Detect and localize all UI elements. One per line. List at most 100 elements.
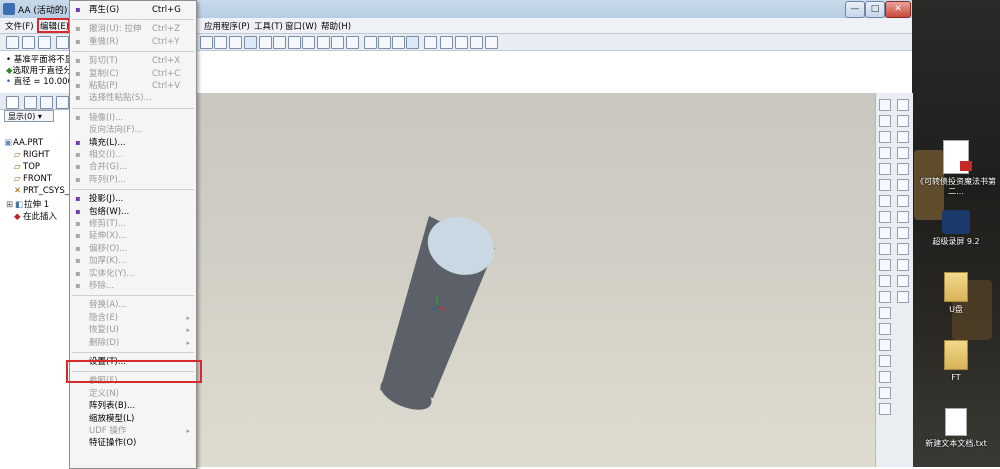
tree-item-csys[interactable]: ✕ PRT_CSYS_ (14, 186, 69, 196)
toolbar-icon[interactable] (897, 275, 909, 287)
edit-menu-item[interactable]: 特征操作(O) (70, 437, 196, 449)
favorites-tab-icon[interactable] (40, 96, 53, 109)
edit-menu-item[interactable]: ▪ 包络(W)... (70, 206, 196, 218)
orient-icon[interactable] (244, 36, 257, 49)
edit-menu-item[interactable]: 反向法向(F)... (70, 124, 196, 136)
desktop-icon-pdf[interactable]: 《可转债投资魔法书第二... (916, 140, 996, 197)
zoom-in-icon[interactable] (273, 36, 286, 49)
edit-menu-item[interactable]: ▪ 重做(R) Ctrl+Y (70, 36, 196, 48)
reorient-icon[interactable] (317, 36, 330, 49)
graphics-viewport[interactable] (195, 93, 875, 467)
sweep-tool-icon[interactable] (879, 259, 891, 271)
toolbar-icon[interactable] (897, 259, 909, 271)
edit-menu-item[interactable]: ▪ 剪切(T) Ctrl+X (70, 55, 196, 67)
edit-menu-item[interactable]: ▪ 偏移(O)... (70, 243, 196, 255)
edit-menu-item[interactable]: ▪ 延伸(X)... (70, 230, 196, 242)
tree-item-right[interactable]: ▱ RIGHT (14, 150, 50, 160)
zoom-fit-icon[interactable] (302, 36, 315, 49)
edit-menu-item[interactable]: ▪ 实体化(Y)... (70, 268, 196, 280)
toolbar-icon[interactable] (897, 291, 909, 303)
toolbar-icon[interactable] (897, 131, 909, 143)
toolbar-icon[interactable] (897, 115, 909, 127)
view-icon[interactable] (229, 36, 242, 49)
revolve-tool-icon[interactable] (879, 243, 891, 255)
tree-item-extrude[interactable]: ⊞ ◧拉伸 1 (6, 198, 49, 210)
csys-icon[interactable] (485, 36, 498, 49)
edit-menu-item[interactable]: ▪ 合并(G)... (70, 161, 196, 173)
appearance-icon[interactable] (424, 36, 437, 49)
folder-browser-tab-icon[interactable] (24, 96, 37, 109)
toolbar-icon[interactable] (897, 227, 909, 239)
menu-tools[interactable]: 工具(T) (254, 20, 283, 32)
edit-menu-item[interactable]: 定义(N) (70, 388, 196, 400)
wireframe-icon[interactable] (364, 36, 377, 49)
round-tool-icon[interactable] (879, 339, 891, 351)
model-tree-tab-icon[interactable] (6, 96, 19, 109)
shading-icon[interactable] (406, 36, 419, 49)
edit-menu-item[interactable]: ▪ 移除... (70, 280, 196, 292)
rib-tool-icon[interactable] (879, 307, 891, 319)
trim-tool-icon[interactable] (879, 403, 891, 415)
edit-menu-item[interactable]: ▪ 相交(I)... (70, 149, 196, 161)
cylinder-model[interactable] (376, 207, 503, 416)
sketch-edit-icon[interactable] (879, 211, 891, 223)
analysis-tool-icon[interactable] (879, 195, 891, 207)
toolbar-icon[interactable] (897, 99, 909, 111)
merge-tool-icon[interactable] (879, 387, 891, 399)
datum-point-icon[interactable] (470, 36, 483, 49)
tree-item-part[interactable]: ▣AA.PRT (4, 138, 43, 148)
sketch-tool-icon[interactable] (879, 99, 891, 111)
desktop-icon-textfile[interactable]: 新建文本文档.txt (916, 408, 996, 449)
tree-item-insert-here[interactable]: ◆ 在此插入 (14, 210, 57, 222)
new-file-icon[interactable] (6, 36, 19, 49)
tree-item-front[interactable]: ▱ FRONT (14, 174, 52, 184)
close-button[interactable]: ✕ (885, 1, 911, 18)
edit-menu-item[interactable]: 缩放模型(L) (70, 413, 196, 425)
edit-menu-item[interactable]: ▪ 阵列(P)... (70, 174, 196, 186)
datum-axis-tool-icon[interactable] (879, 131, 891, 143)
edit-menu-item[interactable]: ▪ 选择性粘贴(S)... (70, 92, 196, 104)
refit-icon[interactable] (214, 36, 227, 49)
toolbar-icon[interactable] (897, 195, 909, 207)
menu-window[interactable]: 窗口(W) (285, 20, 317, 32)
tree-item-top[interactable]: ▱ TOP (14, 162, 40, 172)
hole-tool-icon[interactable] (879, 275, 891, 287)
edit-menu-item[interactable]: ▪ 复制(C) Ctrl+C (70, 68, 196, 80)
edit-menu-item[interactable]: ▪ 填充(L)... (70, 137, 196, 149)
shell-tool-icon[interactable] (879, 291, 891, 303)
toolbar-icon[interactable] (897, 147, 909, 159)
layers-icon[interactable] (346, 36, 359, 49)
mirror-tool-icon[interactable] (879, 371, 891, 383)
edit-menu-item[interactable]: ▪ 加厚(K)... (70, 255, 196, 267)
desktop-icon-udisk[interactable]: U盘 (916, 272, 996, 315)
edit-menu-item[interactable]: 替换(A)... (70, 299, 196, 311)
toolbar-icon[interactable] (897, 179, 909, 191)
spin-center-icon[interactable] (259, 36, 272, 49)
edit-menu-item[interactable]: ▪ 投影(J)... (70, 193, 196, 205)
edit-menu-item[interactable]: ▪ 再生(G) Ctrl+G (70, 4, 196, 16)
datum-plane-icon[interactable] (440, 36, 453, 49)
edit-menu-item[interactable]: ▪ 修剪(T)... (70, 218, 196, 230)
edit-menu-item[interactable]: ▪ 撤消(U): 拉伸 Ctrl+Z (70, 23, 196, 35)
pen-icon[interactable] (56, 36, 69, 49)
maximize-button[interactable]: □ (865, 1, 885, 18)
edit-menu-item[interactable]: 阵列表(B)... (70, 400, 196, 412)
edit-menu-item[interactable]: ▪ 镜像(I)... (70, 112, 196, 124)
saved-views-icon[interactable] (331, 36, 344, 49)
open-file-icon[interactable] (22, 36, 35, 49)
toolbar-icon[interactable] (897, 243, 909, 255)
edit-menu-item[interactable]: UDF 操作 ▸ (70, 425, 196, 437)
extrude-tool-icon[interactable] (879, 227, 891, 239)
edit-menu-item[interactable]: 删除(D) ▸ (70, 337, 196, 349)
menu-help[interactable]: 帮助(H) (321, 20, 351, 32)
menu-file[interactable]: 文件(F) (5, 20, 34, 32)
draft-tool-icon[interactable] (879, 323, 891, 335)
datum-plane-tool-icon[interactable] (879, 115, 891, 127)
hidden-line-icon[interactable] (378, 36, 391, 49)
chamfer-tool-icon[interactable] (879, 355, 891, 367)
datum-axis-icon[interactable] (455, 36, 468, 49)
desktop-icon-ft[interactable]: FT (916, 340, 996, 383)
datum-point-tool-icon[interactable] (879, 163, 891, 175)
dropdown-arrow-icon[interactable] (200, 36, 213, 49)
show-dropdown[interactable]: 显示(0) ▾ (4, 110, 54, 122)
